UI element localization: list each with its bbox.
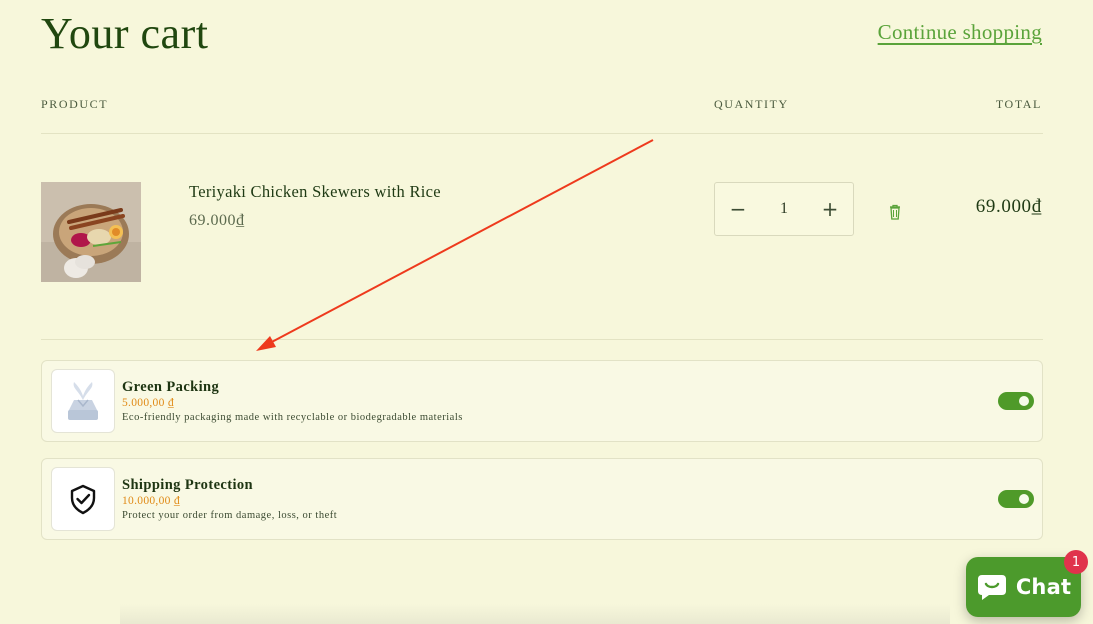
chat-label: Chat [1015,575,1072,599]
addon-price: 10.000,00 ₫ [122,495,181,507]
product-name[interactable]: Teriyaki Chicken Skewers with Rice [189,182,441,202]
quantity-stepper: − 1 + [714,182,854,236]
page-title: Your cart [41,9,209,58]
bottom-shadow [120,604,950,624]
divider [41,133,1043,134]
gift-box-icon [51,369,115,433]
trash-icon [890,204,900,220]
addon-description: Eco-friendly packaging made with recycla… [122,412,463,423]
continue-shopping-link[interactable]: Continue shopping [878,20,1042,45]
divider [41,339,1043,340]
addon-toggle-shipping-protection[interactable] [998,490,1034,508]
increase-quantity-button[interactable]: + [807,183,853,235]
notification-badge: 1 [1064,550,1088,574]
product-image[interactable] [41,182,141,282]
remove-item-button[interactable] [886,203,904,221]
toggle-knob [1019,494,1029,504]
column-header-quantity: QUANTITY [714,97,789,111]
toggle-knob [1019,396,1029,406]
product-unit-price: 69.000₫ [189,212,245,229]
quantity-input[interactable]: 1 [780,200,788,218]
addon-title: Green Packing [122,379,220,395]
chat-bubble-icon [977,575,1006,600]
column-header-product: PRODUCT [41,97,109,111]
addon-toggle-green-packing[interactable] [998,392,1034,410]
decrease-quantity-button[interactable]: − [715,183,761,235]
addon-price: 5.000,00 ₫ [122,397,175,409]
shield-check-icon [51,467,115,531]
column-header-total: TOTAL [995,97,1042,111]
addon-description: Protect your order from damage, loss, or… [122,510,338,521]
addon-green-packing: Green Packing 5.000,00 ₫ Eco-friendly pa… [41,360,1043,442]
line-total: 69.000₫ [975,196,1042,217]
addon-title: Shipping Protection [122,477,254,493]
addon-shipping-protection: Shipping Protection 10.000,00 ₫ Protect … [41,458,1043,540]
